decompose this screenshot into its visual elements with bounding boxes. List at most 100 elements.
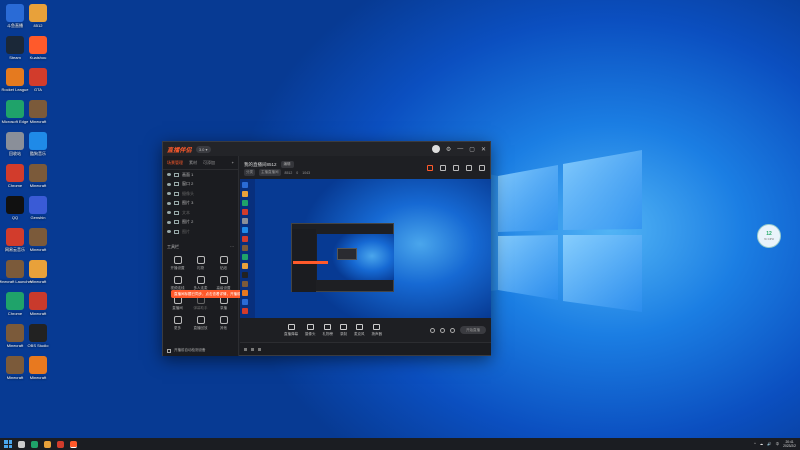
steam-icon <box>6 36 24 54</box>
tools-header: 工具栏 ··· <box>163 240 238 254</box>
tab-materials[interactable]: 素材 <box>189 160 197 166</box>
tool-item[interactable]: 其他 <box>212 315 235 331</box>
desktop-icon[interactable]: 8512 <box>25 4 51 28</box>
tool-label: 礼物 <box>197 265 204 270</box>
scene-item[interactable]: 摄像头 <box>163 189 238 199</box>
desktop-icon[interactable]: Minecraft <box>25 356 51 380</box>
settings-icon[interactable]: ⚙ <box>446 146 451 153</box>
desktop-icon[interactable]: Minecraft <box>25 292 51 316</box>
scene-item[interactable]: 图片 <box>163 227 238 237</box>
desktop-icon[interactable]: OBS Studio <box>25 324 51 348</box>
auto-check-label: 开播前自动检测设备 <box>174 348 206 352</box>
desktop-icon[interactable]: Minecraft <box>25 228 51 252</box>
visibility-icon[interactable] <box>167 182 171 186</box>
visibility-icon[interactable] <box>167 211 171 215</box>
visibility-icon[interactable] <box>167 220 171 224</box>
tool-item[interactable]: 多人连麦 <box>189 275 212 291</box>
tool-item[interactable]: 礼物 <box>189 255 212 271</box>
tray-overflow-icon[interactable]: ^ <box>754 442 756 446</box>
scene-item[interactable]: 文本 <box>163 208 238 218</box>
windows-start-icon[interactable] <box>4 440 12 448</box>
scene-item[interactable]: 画面 1 <box>163 170 238 180</box>
copy-icon[interactable] <box>453 165 459 171</box>
edit-title-button[interactable]: 编辑 <box>280 161 294 168</box>
desktop-icon[interactable]: Minecraft <box>25 100 51 124</box>
settings-icon[interactable] <box>450 327 455 333</box>
cpu-widget[interactable]: 12 % CPU <box>757 224 781 248</box>
taskbar-search-icon[interactable] <box>18 440 25 448</box>
desktop-icon-label: Chrome <box>7 183 23 188</box>
toolbar-button[interactable]: 扬声器 <box>372 323 382 337</box>
timer-icon[interactable] <box>440 327 445 333</box>
streaming-app-window[interactable]: 直播伴侣 3.0 ▾ ⚙ — ▢ ✕ 场景管理 素材 可添加 + 画面 1 窗口 … <box>162 141 491 356</box>
desktop-icon-label: 回收站 <box>9 151 21 156</box>
taskbar-chrome-icon[interactable] <box>44 440 51 448</box>
desktop-icon[interactable]: 酷狗音乐 <box>25 132 51 156</box>
desktop-icon-label: QQ <box>11 215 19 220</box>
taskbar-edge-icon[interactable] <box>31 440 38 448</box>
auto-check-checkbox[interactable] <box>167 348 171 353</box>
tool-item[interactable]: 开播设置 <box>166 255 189 271</box>
volume-icon[interactable]: 🔊 <box>767 442 771 446</box>
toolbar-button[interactable]: 礼物榜 <box>323 323 333 337</box>
lock-icon[interactable] <box>440 165 446 171</box>
app-titlebar[interactable]: 直播伴侣 3.0 ▾ ⚙ — ▢ ✕ <box>163 142 490 156</box>
desktop-icon[interactable]: Kuaishou <box>25 36 51 60</box>
visibility-icon[interactable] <box>167 192 171 196</box>
stream-preview[interactable] <box>240 179 491 318</box>
game-icon <box>6 68 24 86</box>
add-tab-icon[interactable]: + <box>232 160 234 166</box>
desktop-icon-label: Kuaishou <box>29 55 47 60</box>
tab-scene-manage[interactable]: 场景管理 <box>167 160 183 166</box>
room-subcategory[interactable]: 主播直播间 <box>259 169 281 176</box>
avatar[interactable] <box>431 145 440 153</box>
room-category[interactable]: 分类 <box>244 169 255 176</box>
recycle-bin-icon <box>6 132 24 150</box>
scene-item[interactable]: 图片 2 <box>163 218 238 228</box>
visibility-icon[interactable] <box>167 230 171 234</box>
toolbar-button[interactable]: 录制 <box>340 323 347 337</box>
source-icon <box>174 210 179 215</box>
toolbar-button-label: 直播弹幕 <box>284 331 298 336</box>
left-panel: 场景管理 素材 可添加 + 画面 1 窗口 2 摄像头 图片 3 文本 图片 2 图片 工具… <box>163 156 239 356</box>
toolbar-button[interactable]: 直播弹幕 <box>284 323 298 337</box>
scene-list: 画面 1 窗口 2 摄像头 图片 3 文本 图片 2 图片 <box>163 170 238 237</box>
gift-icon[interactable] <box>427 165 433 171</box>
toolbar-button[interactable]: 麦克风 <box>354 323 365 337</box>
audio-icon[interactable] <box>430 327 435 333</box>
game-icon <box>6 260 24 278</box>
desktop-icon[interactable]: Minecraft <box>25 164 51 188</box>
maximize-icon[interactable]: ▢ <box>469 146 475 153</box>
more-icon[interactable] <box>479 165 485 171</box>
toolbar-button[interactable]: 摄像头 <box>305 323 316 337</box>
scene-item[interactable]: 图片 3 <box>163 199 238 209</box>
tool-item[interactable]: 视频连线 <box>166 275 189 291</box>
tab-addable[interactable]: 可添加 <box>203 160 215 166</box>
minimize-icon[interactable]: — <box>457 146 463 152</box>
tool-item[interactable]: 更多 <box>166 315 189 331</box>
tool-item[interactable]: 直播回放 <box>189 315 212 331</box>
chrome-icon <box>6 292 24 310</box>
tools-title: 工具栏 <box>167 243 179 249</box>
desktop-icon[interactable]: GTA <box>25 68 51 92</box>
obs-icon <box>29 324 47 342</box>
version-badge[interactable]: 3.0 ▾ <box>195 145 211 153</box>
desktop-icon[interactable]: Genshin <box>25 196 51 220</box>
cloud-icon[interactable]: ☁ <box>760 442 764 446</box>
visibility-icon[interactable] <box>167 173 171 177</box>
status-bar <box>240 342 491 355</box>
close-icon[interactable]: ✕ <box>481 146 486 153</box>
scene-item[interactable]: 窗口 2 <box>163 180 238 190</box>
taskbar-streaming-app-icon[interactable] <box>70 440 77 448</box>
tool-icon <box>219 315 228 324</box>
input-method-icon[interactable]: 中 <box>776 442 780 447</box>
clock[interactable]: 20:41 2023/2/2 <box>783 440 796 448</box>
tool-item[interactable]: 高级设置 <box>212 275 235 291</box>
tool-item[interactable]: 贴纸 <box>212 255 235 271</box>
visibility-icon[interactable] <box>167 201 171 205</box>
tools-more-icon[interactable]: ··· <box>230 244 234 250</box>
taskbar-app-icon[interactable] <box>57 440 64 448</box>
share-icon[interactable] <box>466 165 472 171</box>
desktop-icon[interactable]: Minecraft <box>25 260 51 284</box>
start-live-button[interactable]: 开始直播 <box>460 326 486 334</box>
